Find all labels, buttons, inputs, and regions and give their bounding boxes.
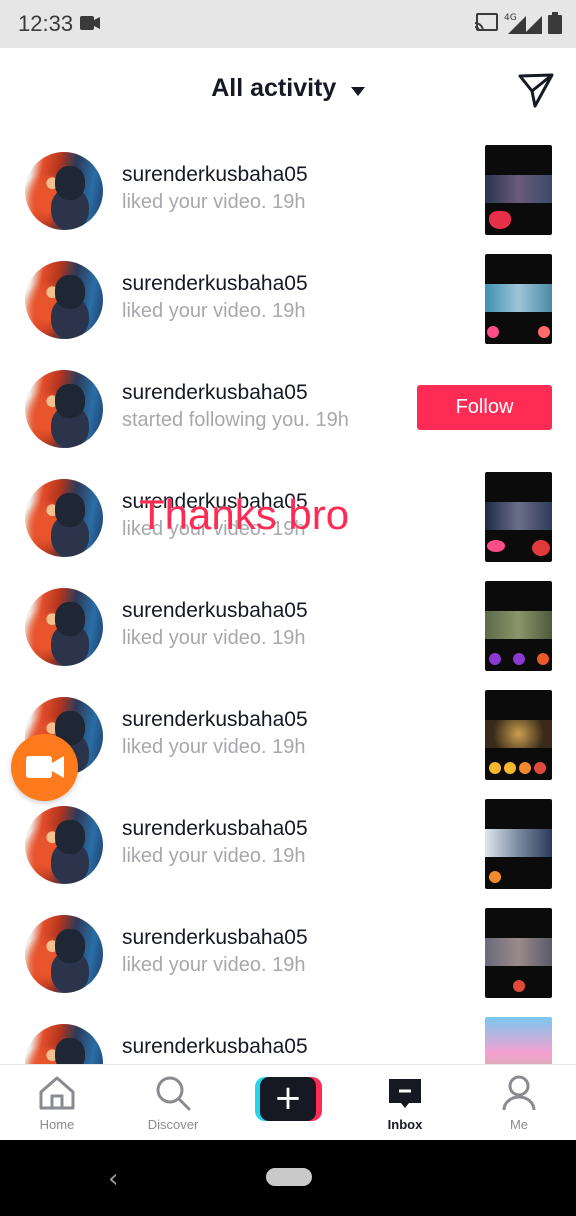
- video-record-icon: [80, 16, 100, 30]
- nav-label: Inbox: [387, 1117, 423, 1132]
- username[interactable]: surenderkusbaha05: [122, 817, 308, 841]
- avatar[interactable]: [25, 261, 103, 339]
- activity-text: started following you. 19h: [122, 409, 349, 431]
- battery-icon: [548, 12, 562, 34]
- profile-icon: [502, 1075, 536, 1111]
- video-overlay-caption: Thanks bro: [139, 491, 350, 538]
- nav-label: Discover: [147, 1117, 199, 1132]
- nav-inbox[interactable]: Inbox: [355, 1065, 455, 1141]
- activity-text: liked your video. 19h: [122, 954, 306, 976]
- activity-text: liked your video. 19h: [122, 736, 306, 758]
- activity-row[interactable]: surenderkusbaha05 liked your video. 19h: [0, 895, 576, 1004]
- avatar[interactable]: [25, 479, 103, 557]
- avatar[interactable]: [25, 1024, 103, 1064]
- search-icon: [156, 1076, 191, 1111]
- status-time: 12:33: [18, 11, 74, 36]
- create-video-button[interactable]: +: [255, 1077, 322, 1121]
- avatar[interactable]: [25, 915, 103, 993]
- username[interactable]: surenderkusbaha05: [122, 708, 308, 732]
- video-thumbnail[interactable]: [485, 1017, 552, 1064]
- back-icon[interactable]: ‹: [108, 1164, 118, 1194]
- cast-icon: [474, 13, 498, 32]
- avatar[interactable]: [25, 588, 103, 666]
- follow-button[interactable]: Follow: [417, 385, 552, 430]
- activity-row[interactable]: surenderkusbaha05 liked your video. 19h: [0, 568, 576, 677]
- nav-label: Home: [39, 1117, 75, 1132]
- video-thumbnail[interactable]: [485, 690, 552, 780]
- activity-row[interactable]: surenderkusbaha05 liked your video. 19h: [0, 786, 576, 895]
- status-bar: 12:33 4G: [0, 0, 576, 48]
- activity-row[interactable]: surenderkusbaha05 liked your video. 19h: [0, 241, 576, 350]
- activity-row[interactable]: surenderkusbaha05 liked your video. 19h: [0, 677, 576, 786]
- system-nav-bar: ‹: [0, 1140, 576, 1216]
- username[interactable]: surenderkusbaha05: [122, 1035, 308, 1059]
- home-pill-icon[interactable]: [266, 1168, 312, 1186]
- video-thumbnail[interactable]: [485, 908, 552, 998]
- nav-discover[interactable]: Discover: [123, 1065, 223, 1141]
- video-thumbnail[interactable]: [485, 581, 552, 671]
- screen-record-button[interactable]: [11, 734, 78, 801]
- svg-text:4G: 4G: [504, 13, 517, 23]
- activity-text: liked your video. 19h: [122, 845, 306, 867]
- nav-home[interactable]: Home: [7, 1065, 107, 1141]
- activity-row[interactable]: surenderkusbaha05: [0, 1004, 576, 1064]
- video-thumbnail[interactable]: [485, 799, 552, 889]
- activity-row[interactable]: surenderkusbaha05 liked your video. 19h: [0, 132, 576, 241]
- username[interactable]: surenderkusbaha05: [122, 599, 308, 623]
- bottom-nav: Home Discover + Inbox Me: [0, 1064, 576, 1140]
- activity-text: liked your video. 19h: [122, 627, 306, 649]
- activity-header: All activity: [0, 48, 576, 132]
- avatar[interactable]: [25, 152, 103, 230]
- status-icons: 4G: [474, 12, 562, 34]
- activity-text: liked your video. 19h: [122, 191, 306, 213]
- video-thumbnail[interactable]: [485, 145, 552, 235]
- video-thumbnail[interactable]: [485, 472, 552, 562]
- nav-label: Me: [509, 1117, 529, 1132]
- activity-row[interactable]: surenderkusbaha05 started following you.…: [0, 350, 576, 459]
- page-title[interactable]: All activity: [211, 74, 336, 102]
- avatar[interactable]: [25, 806, 103, 884]
- plus-icon: +: [260, 1077, 316, 1121]
- video-thumbnail[interactable]: [485, 254, 552, 344]
- activity-text: liked your video. 19h: [122, 300, 306, 322]
- activity-filter[interactable]: All activity: [0, 74, 576, 103]
- username[interactable]: surenderkusbaha05: [122, 163, 308, 187]
- nav-me[interactable]: Me: [469, 1065, 569, 1141]
- signal-icon: 4G: [504, 13, 542, 34]
- send-message-icon[interactable]: [518, 72, 554, 108]
- home-icon: [39, 1076, 75, 1110]
- avatar[interactable]: [25, 370, 103, 448]
- username[interactable]: surenderkusbaha05: [122, 272, 308, 296]
- dropdown-caret-icon[interactable]: [350, 86, 365, 97]
- video-camera-icon: [26, 756, 64, 778]
- inbox-icon: [389, 1079, 421, 1108]
- username[interactable]: surenderkusbaha05: [122, 381, 308, 405]
- username[interactable]: surenderkusbaha05: [122, 926, 308, 950]
- activity-list: surenderkusbaha05 liked your video. 19h …: [0, 132, 576, 1064]
